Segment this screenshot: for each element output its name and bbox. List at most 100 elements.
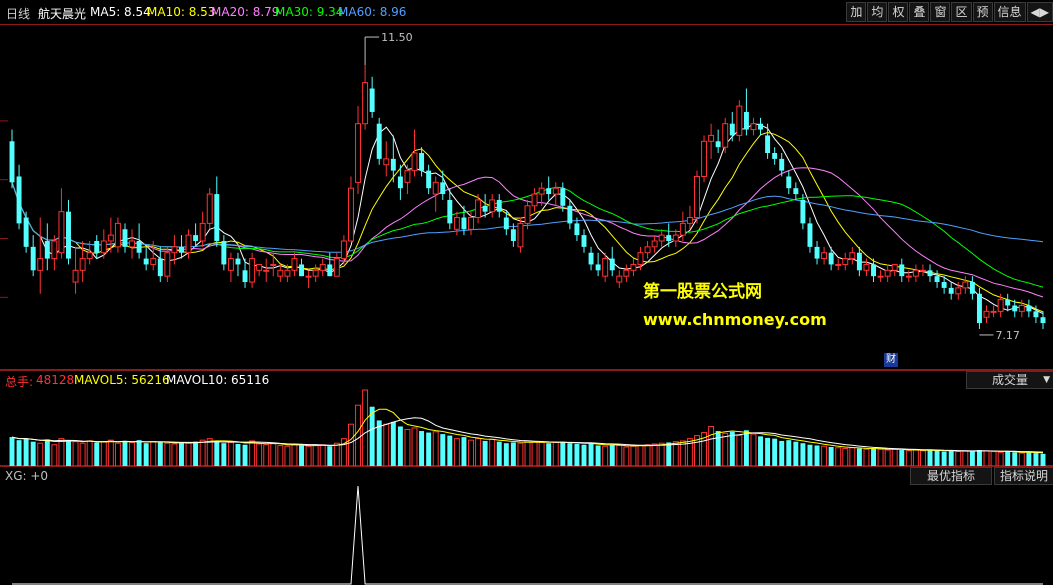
ma30-value: MA30: 9.34: [275, 5, 344, 19]
volume-bar: [263, 444, 270, 466]
candle: [729, 111, 735, 142]
xg-signal-line: [12, 485, 1043, 585]
volume-bar: [997, 451, 1004, 466]
volume-bar: [107, 439, 114, 466]
volume-bar: [786, 440, 792, 466]
price-chart[interactable]: 11.50 7.17: [0, 24, 1053, 370]
candle-body: [376, 123, 382, 159]
volume-bar: [948, 450, 954, 466]
candle-body: [94, 240, 100, 253]
candle: [419, 147, 425, 177]
candle-body: [567, 205, 573, 224]
candle-body: [157, 258, 163, 277]
candle: [411, 129, 418, 177]
volume-bar: [369, 406, 375, 466]
candle: [355, 106, 361, 195]
forecast-button[interactable]: 预: [972, 2, 993, 22]
volume-bar: [249, 440, 256, 466]
volume-bar: [863, 448, 870, 466]
candle-body: [948, 287, 954, 294]
candle-body: [496, 199, 502, 212]
candle: [319, 258, 326, 277]
candle: [376, 117, 382, 165]
candle: [976, 287, 982, 329]
volume-bar: [489, 438, 496, 466]
candle: [567, 199, 573, 230]
candle-body: [814, 246, 820, 259]
candle-body: [482, 205, 488, 212]
indicator-dropdown-label: 成交量: [991, 373, 1028, 387]
volume-bar: [976, 450, 982, 466]
volume-chart[interactable]: [0, 388, 1053, 466]
candle: [877, 270, 884, 283]
candle-body: [779, 158, 785, 171]
candle: [863, 258, 870, 277]
finance-badge[interactable]: 财: [884, 353, 898, 367]
volume-bar: [941, 451, 947, 466]
candle-body: [800, 199, 806, 224]
info-button[interactable]: 信息: [993, 2, 1026, 22]
candle: [157, 246, 163, 283]
candle-body: [651, 240, 658, 248]
ma10-value: MA10: 8.53: [147, 5, 216, 19]
candle-body: [595, 264, 601, 271]
candle: [503, 211, 509, 236]
candle: [249, 252, 256, 288]
range-button[interactable]: 区: [951, 2, 972, 22]
candle-body: [277, 269, 284, 277]
period-label[interactable]: 日线: [6, 5, 30, 22]
candle-body: [517, 222, 524, 248]
volume-bar: [891, 448, 898, 466]
candle: [122, 223, 128, 253]
nav-arrows-icon[interactable]: ◀▶: [1026, 2, 1053, 22]
candle-body: [912, 269, 919, 277]
candle: [686, 205, 693, 230]
volume-bar: [666, 442, 672, 466]
volume-bar: [221, 443, 227, 466]
volume-bar: [588, 443, 594, 466]
candle: [369, 76, 375, 118]
candle-body: [1012, 305, 1018, 312]
candle-body: [221, 240, 227, 265]
volume-bar: [672, 441, 679, 466]
overlay-button[interactable]: 叠: [909, 2, 930, 22]
add-button[interactable]: 加: [846, 2, 867, 22]
high-price-label: 11.50: [381, 31, 413, 44]
candle: [708, 123, 715, 159]
volume-bar: [432, 431, 439, 466]
indicator-dropdown[interactable]: 成交量 ▼: [966, 371, 1053, 389]
candle-body: [637, 252, 644, 265]
candle: [193, 223, 199, 247]
candle-body: [23, 217, 29, 247]
volume-bar: [793, 441, 799, 466]
volume-bar: [842, 448, 849, 466]
volume-bar: [595, 445, 601, 466]
candle-body: [249, 258, 256, 283]
candle: [750, 117, 757, 136]
candle: [299, 258, 304, 277]
candle-body: [743, 111, 749, 130]
volume-bar: [383, 423, 390, 466]
candle: [214, 176, 220, 247]
best-indicator-button[interactable]: 最优指标: [910, 467, 992, 485]
window-button[interactable]: 窗: [930, 2, 951, 22]
candle: [136, 223, 142, 259]
candle: [9, 129, 15, 189]
candle: [114, 217, 121, 253]
candle: [644, 240, 651, 259]
candle-body: [355, 123, 361, 183]
volume-bar: [743, 430, 749, 466]
volume-bar: [877, 448, 884, 466]
candle-body: [722, 123, 729, 148]
volume-bar: [206, 438, 213, 466]
indicator-help-button[interactable]: 指标说明: [994, 467, 1053, 485]
rights-button[interactable]: 权: [888, 2, 909, 22]
volume-bar: [969, 451, 975, 466]
xg-chart[interactable]: [0, 484, 1053, 585]
candle: [651, 235, 658, 253]
average-button[interactable]: 均: [867, 2, 888, 22]
candle: [1018, 299, 1025, 318]
candle-body: [1026, 305, 1032, 312]
total-volume-value: 48128: [36, 373, 75, 387]
volume-bar: [962, 450, 969, 466]
